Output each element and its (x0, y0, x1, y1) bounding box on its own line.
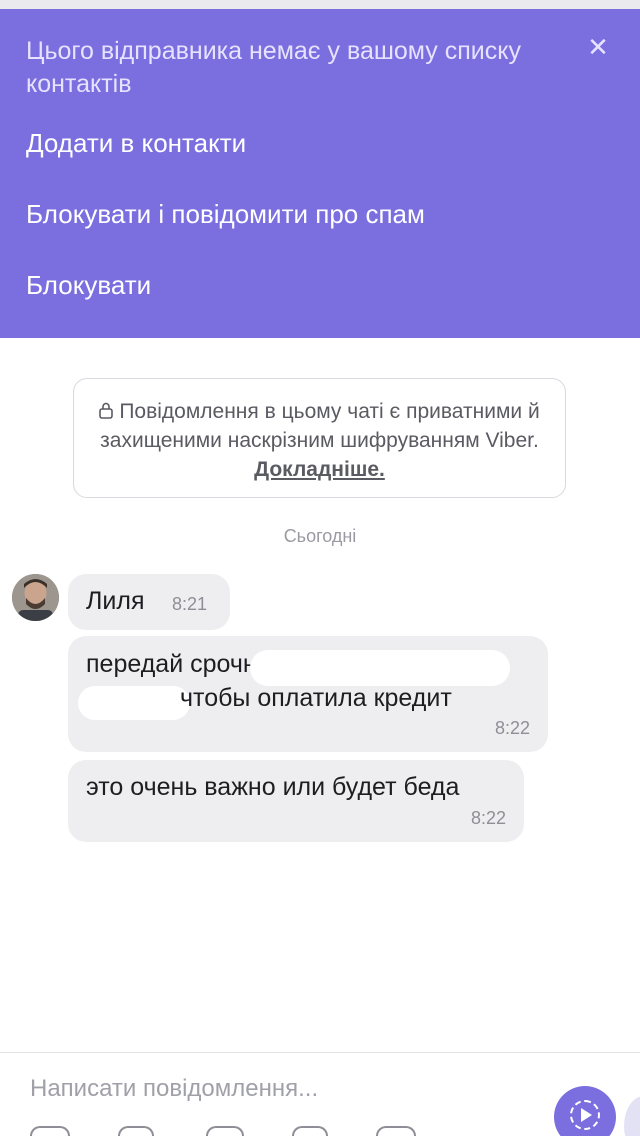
message-time: 8:22 (494, 718, 530, 738)
close-icon[interactable]: ✕ (582, 31, 614, 63)
block-button[interactable]: Блокувати (26, 268, 151, 302)
banner-title: Цього відправника немає у вашому списку … (26, 37, 521, 98)
message-time: 8:22 (470, 808, 506, 828)
play-icon (581, 1108, 592, 1122)
redaction-mark (78, 686, 190, 720)
message-input[interactable]: Написати повідомлення... (30, 1072, 430, 1106)
encryption-notice-text: Повідомлення в цьому чаті є приватними й… (100, 400, 540, 452)
message-bubble-sender[interactable]: Лиля 8:21 (68, 574, 230, 630)
date-separator: Сьогодні (283, 526, 357, 546)
block-and-report-spam-button[interactable]: Блокувати і повідомити про спам (26, 197, 425, 231)
sticker-icon[interactable] (30, 1126, 70, 1136)
more-icon[interactable] (376, 1126, 416, 1136)
lock-icon (99, 402, 114, 419)
message-line: передай срочно (86, 650, 271, 678)
avatar-photo (12, 574, 59, 621)
emoji-icon[interactable] (118, 1126, 154, 1136)
camera-icon[interactable] (292, 1126, 328, 1136)
message-text: это очень важно или будет беда (86, 773, 460, 801)
add-to-contacts-button[interactable]: Додати в контакти (26, 126, 246, 160)
sender-name: Лиля (86, 587, 145, 615)
top-strip (0, 0, 640, 9)
send-button[interactable] (554, 1086, 616, 1136)
composer-divider (0, 1052, 640, 1053)
avatar[interactable] (12, 574, 59, 621)
gallery-icon[interactable] (206, 1126, 244, 1136)
encryption-notice: Повідомлення в цьому чаті є приватними й… (73, 378, 566, 498)
redaction-mark (250, 650, 510, 686)
message-line: чтобы оплатила кредит (180, 684, 452, 712)
message-bubble[interactable]: передай срочно чтобы оплатила кредит 8:2… (68, 636, 548, 752)
message-bubble[interactable]: это очень важно или будет беда 8:22 (68, 760, 524, 842)
unknown-sender-banner: Цього відправника немає у вашому списку … (0, 9, 640, 338)
extra-action-button[interactable] (624, 1096, 640, 1136)
message-time: 8:21 (172, 594, 208, 614)
learn-more-link[interactable]: Докладніше. (254, 458, 385, 481)
